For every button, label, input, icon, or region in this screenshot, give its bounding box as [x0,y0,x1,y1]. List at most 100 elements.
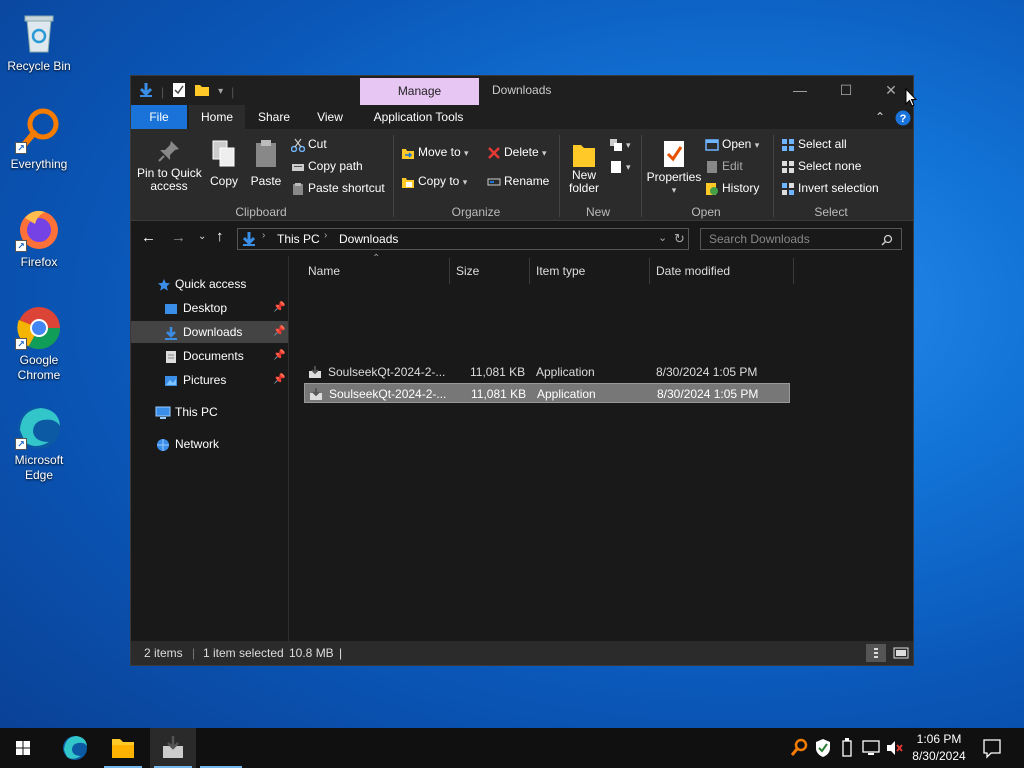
new-folder-small-icon[interactable] [194,82,210,101]
nav-documents[interactable]: Documents 📌 [131,345,288,367]
easy-access-button[interactable]: ▾ [609,159,631,174]
down-arrow-icon[interactable] [139,82,153,101]
nav-pictures[interactable]: Pictures 📌 [131,369,288,391]
shortcut-arrow-icon: ↗ [15,338,27,350]
breadcrumb-downloads[interactable]: Downloads [339,232,398,246]
desktop-icon-google-chrome[interactable]: ↗ Google Chrome [4,302,74,383]
status-bar: 2 items | 1 item selected 10.8 MB | [131,641,913,665]
nav-desktop[interactable]: Desktop 📌 [131,297,288,319]
up-arrow-icon[interactable]: ↑ [216,228,224,245]
copy-button[interactable]: Copy [205,139,243,188]
minimize-button[interactable]: — [777,76,823,105]
select-none-button[interactable]: Select none [781,159,861,174]
nav-downloads[interactable]: Downloads 📌 [131,321,288,343]
new-item-button[interactable]: ▾ [609,137,631,152]
taskbar-empty-slot[interactable] [200,728,246,768]
start-button[interactable] [0,728,46,768]
title-bar[interactable]: | ▾ | Manage Downloads — ☐ ✕ [131,76,913,105]
edit-button[interactable]: Edit [705,159,743,174]
search-icon [881,229,893,249]
notification-center-icon[interactable] [980,728,1004,768]
tab-home[interactable]: Home [189,105,245,129]
nav-quick-access[interactable]: Quick access [131,273,288,295]
open-group-label: Open [691,205,721,219]
open-button[interactable]: Open ▾ [705,137,759,152]
network-icon [155,437,169,451]
maximize-button[interactable]: ☐ [823,76,869,105]
tray-everything-icon[interactable] [788,728,810,768]
column-header-name[interactable]: Name [302,258,450,284]
desktop-icon-label: Firefox [20,255,58,269]
tab-application-tools[interactable]: Application Tools [361,105,476,129]
forward-arrow-icon[interactable]: → [171,229,186,246]
paste-button[interactable]: Paste [247,139,285,188]
copy-path-button[interactable]: Copy path [291,159,363,174]
desktop-icon-microsoft-edge[interactable]: ↗ Microsoft Edge [4,402,74,483]
collapse-ribbon-icon[interactable]: ⌃ [869,105,891,129]
mouse-cursor-icon [905,88,917,107]
tray-usb-icon[interactable] [836,728,858,768]
taskbar-installer-button[interactable] [150,728,196,768]
column-header-size[interactable]: Size [450,258,530,284]
breadcrumb-this-pc[interactable]: This PC [277,232,320,246]
tab-share[interactable]: Share [249,105,299,129]
file-row[interactable]: SoulseekQt-2024-2-... 11,081 KB Applicatio… [304,362,790,382]
nav-this-pc[interactable]: This PC [131,401,288,423]
file-type: Application [536,365,595,379]
ribbon-separator [773,135,774,217]
select-all-button[interactable]: Select all [781,137,847,152]
copy-to-button[interactable]: Copy to ▾ [401,174,467,189]
desktop-icon-everything[interactable]: ↗ Everything [4,106,74,172]
address-dropdown-icon[interactable]: ⌄ [658,231,667,244]
copy-to-icon [401,175,415,189]
refresh-icon[interactable]: ↻ [674,231,685,247]
file-row[interactable]: SoulseekQt-2024-2-... 11,081 KB Applicatio… [304,383,790,403]
manage-contextual-tab[interactable]: Manage [360,78,479,105]
paste-icon [247,139,285,175]
open-label: Open [722,137,752,151]
pin-to-quick-access-button[interactable]: Pin to Quick access [137,139,202,193]
installer-icon [163,736,183,758]
history-button[interactable]: History [705,181,759,196]
firefox-icon: ↗ [15,204,63,252]
taskbar-clock[interactable]: 1:06 PM 8/30/2024 [900,731,978,765]
taskbar: 1:06 PM 8/30/2024 [0,728,1024,768]
column-header-item-type[interactable]: Item type [530,258,650,284]
tray-security-shield-icon[interactable] [812,728,834,768]
shortcut-arrow-icon: ↗ [15,240,27,252]
search-input[interactable]: Search Downloads [700,228,902,250]
column-header-date-modified[interactable]: Date modified [650,258,794,284]
nav-network[interactable]: Network [131,433,288,455]
move-to-button[interactable]: Move to ▾ [401,145,469,160]
desktop-icon-firefox[interactable]: ↗ Firefox [4,204,74,270]
qat-separator: | [161,84,165,99]
taskbar-edge-button[interactable] [52,728,98,768]
back-arrow-icon[interactable]: ← [141,229,156,246]
rename-button[interactable]: Rename [487,174,549,189]
delete-button[interactable]: Delete ▾ [487,145,547,160]
large-icons-view-icon[interactable] [891,644,911,662]
address-bar[interactable]: › This PC › Downloads ⌄ ↻ [237,228,689,250]
recent-locations-chevron-icon[interactable]: ⌄ [198,231,206,242]
cut-button[interactable]: Cut [290,137,327,153]
everything-search-icon: ↗ [15,106,63,154]
properties-check-icon[interactable] [172,82,186,101]
help-icon[interactable]: ? [895,105,911,129]
tray-network-icon[interactable] [860,728,882,768]
qat-dropdown-icon[interactable]: ▾ [218,86,223,97]
invert-selection-button[interactable]: Invert selection [781,181,879,196]
desktop-icon-recycle-bin[interactable]: Recycle Bin [4,8,74,74]
desktop-folder-icon [164,301,178,315]
paste-label: Paste [250,174,282,188]
details-view-icon[interactable] [866,644,886,662]
ribbon-tabs: File Home Share View Application Tools ⌃… [131,105,913,129]
taskbar-file-explorer-button[interactable] [100,728,146,768]
new-folder-button[interactable]: New folder [565,139,603,195]
status-size: 10.8 MB [289,646,334,660]
paste-shortcut-button[interactable]: Paste shortcut [291,181,385,196]
history-label: History [722,181,760,195]
tab-file[interactable]: File [131,105,187,129]
desktop-icon-label: Recycle Bin [7,59,71,73]
tab-view[interactable]: View [305,105,355,129]
properties-button[interactable]: Properties ▾ [645,139,703,197]
